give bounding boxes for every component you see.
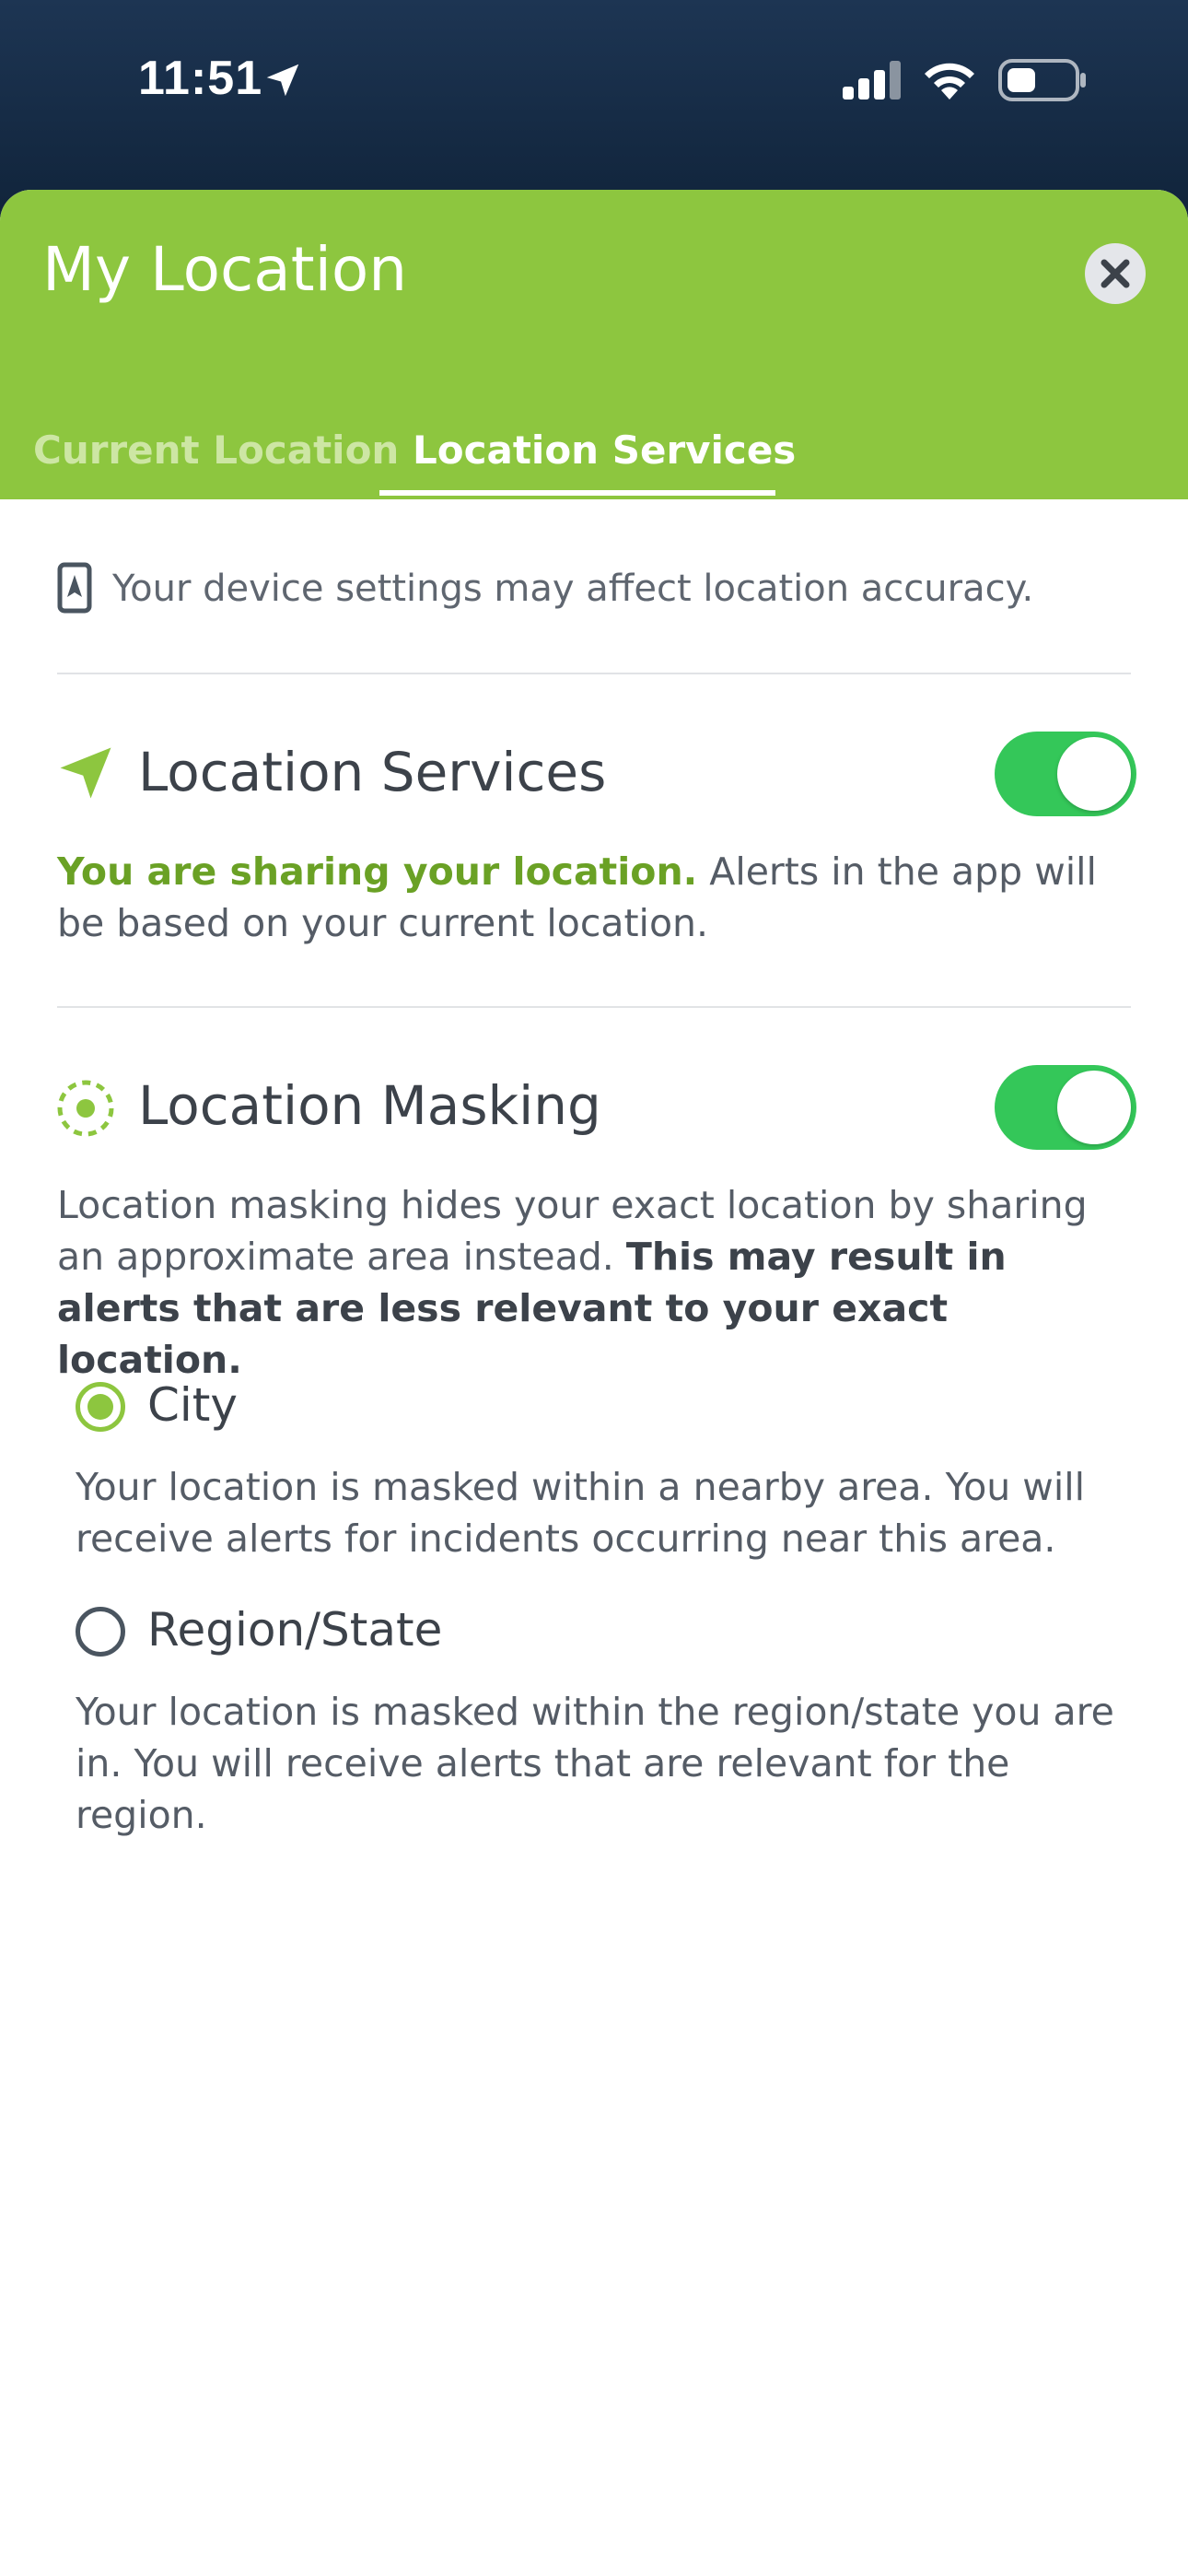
active-tab-indicator xyxy=(379,490,775,496)
location-services-title: Location Services xyxy=(138,741,607,803)
divider xyxy=(57,673,1131,674)
location-services-status: You are sharing your location. Alerts in… xyxy=(57,846,1135,949)
wifi-icon xyxy=(925,63,974,100)
location-services-toggle[interactable] xyxy=(995,732,1136,816)
sheet-header: My Location Current Location Location Se… xyxy=(0,190,1188,499)
toggle-knob xyxy=(1057,737,1131,811)
battery-icon xyxy=(998,59,1086,101)
location-masking-title: Location Masking xyxy=(138,1074,601,1137)
location-masking-toggle[interactable] xyxy=(995,1065,1136,1150)
location-arrow-icon xyxy=(266,64,299,97)
sharing-status-strong: You are sharing your location. xyxy=(57,849,698,894)
page-title: My Location xyxy=(42,234,408,305)
phone-location-icon xyxy=(57,562,92,614)
option-region-state-description: Your location is masked within the regio… xyxy=(76,1690,1114,1837)
device-settings-note: Your device settings may affect location… xyxy=(57,556,1144,630)
device-settings-text: Your device settings may affect location… xyxy=(112,568,1034,610)
divider xyxy=(57,1006,1131,1008)
toggle-knob xyxy=(1057,1071,1131,1144)
status-time: 11:51 xyxy=(138,52,263,105)
tab-current-location[interactable]: Current Location xyxy=(33,427,399,473)
location-masking-description: Location masking hides your exact locati… xyxy=(57,1179,1135,1386)
close-button[interactable] xyxy=(1085,243,1146,304)
cellular-signal-icon xyxy=(843,61,901,100)
tab-location-services[interactable]: Location Services xyxy=(413,427,796,473)
close-icon xyxy=(1101,259,1130,288)
navigation-arrow-icon xyxy=(60,747,111,799)
option-region-state-label[interactable]: Region/State xyxy=(147,1603,442,1657)
location-sheet: My Location Current Location Location Se… xyxy=(0,190,1188,2576)
option-city-label[interactable]: City xyxy=(147,1378,238,1432)
masking-target-icon xyxy=(57,1080,114,1137)
option-city-description: Your location is masked within a nearby … xyxy=(76,1465,1086,1561)
radio-region-state[interactable] xyxy=(76,1607,125,1657)
radio-city[interactable] xyxy=(76,1382,125,1432)
